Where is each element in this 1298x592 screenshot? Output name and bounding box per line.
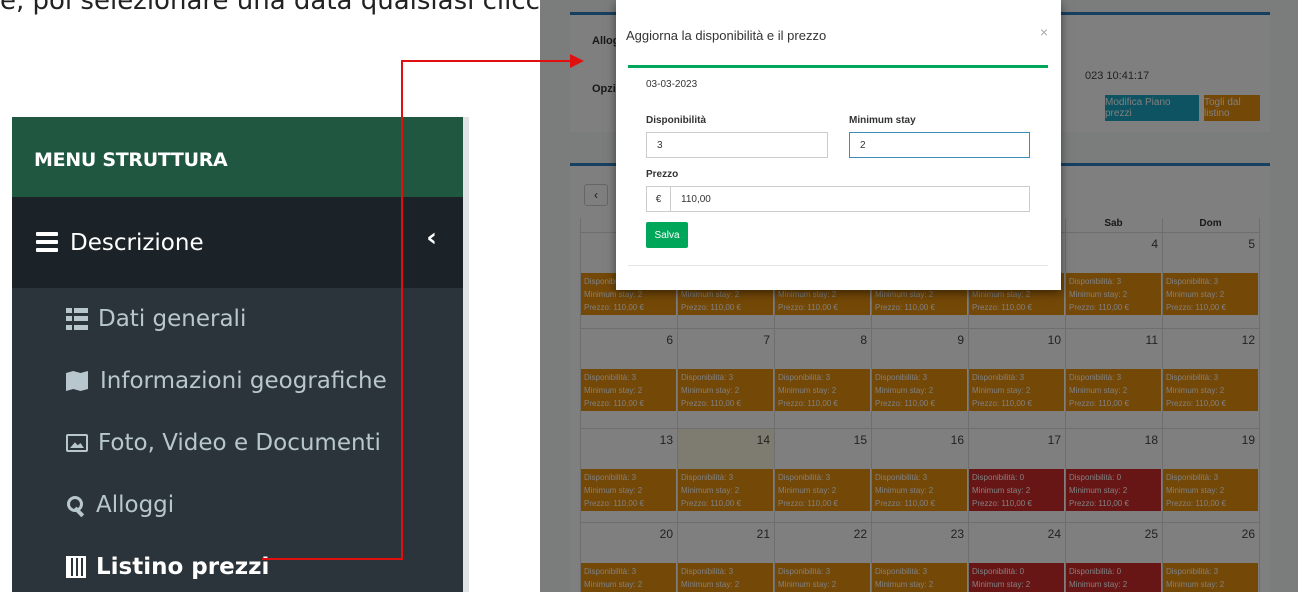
sidebar: MENU STRUTTURA Descrizione ‹ Dati genera…	[12, 117, 463, 592]
sidebar-item-listino-prezzi[interactable]: Listino prezzi	[12, 536, 463, 592]
save-button[interactable]: Salva	[646, 222, 688, 248]
image-icon	[66, 434, 88, 452]
key-icon	[66, 495, 86, 515]
minimum-stay-input[interactable]	[849, 132, 1030, 158]
sidebar-item-label: Dati generali	[98, 306, 247, 332]
minimum-stay-label: Minimum stay	[849, 115, 916, 126]
sidebar-header: MENU STRUTTURA	[12, 117, 463, 197]
sidebar-item-label: Descrizione	[70, 229, 204, 256]
disponibilita-input[interactable]	[646, 132, 828, 158]
sidebar-item-label: Informazioni geografiche	[100, 368, 387, 394]
sidebar-item-descrizione[interactable]: Descrizione ‹	[12, 197, 463, 288]
modal-divider	[628, 65, 1048, 68]
modal-footer-divider	[628, 265, 1048, 266]
sidebar-item-label: Listino prezzi	[96, 554, 270, 580]
sidebar-item-label: Foto, Video e Documenti	[98, 430, 381, 456]
screenshot-root: e, poi selezionare una data qualsiasi cl…	[0, 0, 1298, 592]
disponibilita-label: Disponibilità	[646, 115, 706, 126]
prezzo-label: Prezzo	[646, 169, 679, 180]
prezzo-input[interactable]	[670, 186, 1030, 212]
calculator-icon	[66, 556, 86, 578]
sidebar-edge	[463, 117, 469, 592]
list-icon	[66, 308, 88, 330]
sidebar-item-label: Alloggi	[96, 492, 175, 518]
close-icon[interactable]: ×	[1040, 24, 1048, 40]
modal-title: Aggiorna la disponibilità e il prezzo	[626, 28, 827, 43]
calendar-screenshot: Allog Opzi 023 10:41:17 Modifica Piano p…	[540, 0, 1298, 592]
availability-modal: Aggiorna la disponibilità e il prezzo × …	[616, 0, 1061, 290]
tasks-icon	[36, 231, 58, 254]
currency-addon: €	[646, 186, 670, 212]
sidebar-item-foto-video-documenti[interactable]: Foto, Video e Documenti	[12, 412, 463, 474]
sidebar-item-informazioni-geografiche[interactable]: Informazioni geografiche	[12, 350, 463, 412]
sidebar-item-dati-generali[interactable]: Dati generali	[12, 288, 463, 350]
chevron-left-icon: ‹	[426, 223, 437, 253]
map-icon	[66, 371, 90, 391]
modal-date: 03-03-2023	[646, 79, 698, 90]
sidebar-item-alloggi[interactable]: Alloggi	[12, 474, 463, 536]
